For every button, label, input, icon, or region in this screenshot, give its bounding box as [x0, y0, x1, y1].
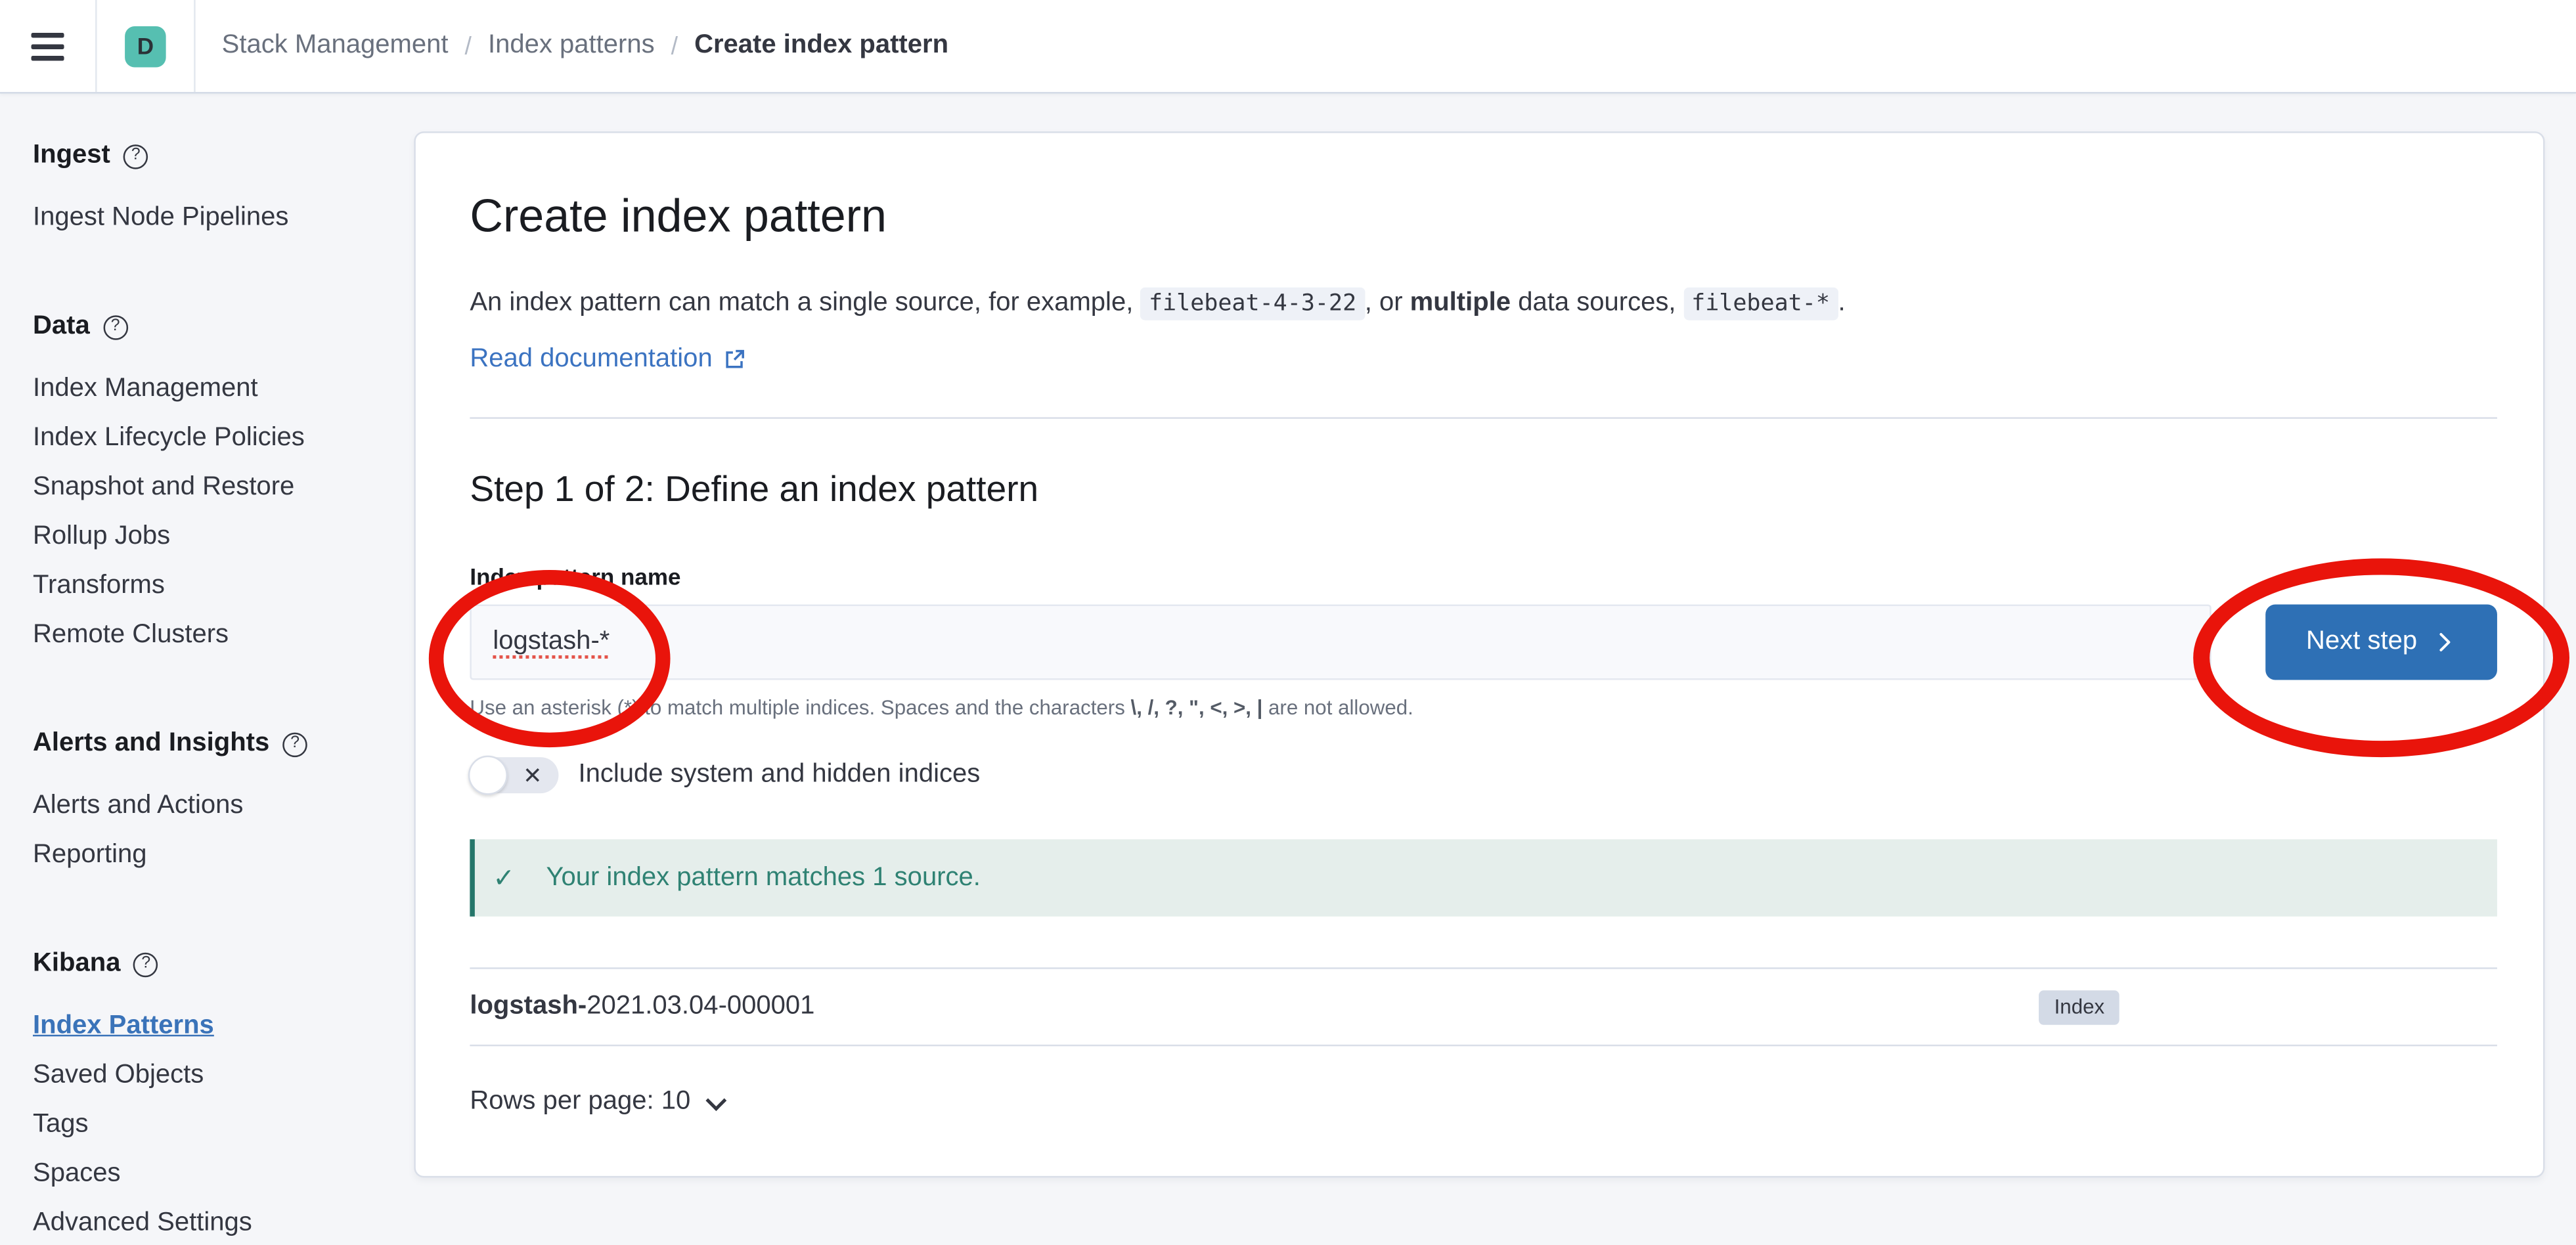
breadcrumb-current-page: Create index pattern	[694, 32, 948, 61]
index-name-prefix: logstash-	[470, 992, 587, 1020]
menu-icon	[32, 32, 64, 60]
read-documentation-link[interactable]: Read documentation	[470, 345, 745, 374]
sidebar-item-ingest-node-pipelines[interactable]: Ingest Node Pipelines	[33, 204, 288, 232]
input-helper-text: Use an asterisk (*) to match multiple in…	[470, 697, 2497, 720]
include-hidden-indices-toggle[interactable]: ✕	[470, 757, 558, 793]
index-pattern-name-label: Index pattern name	[470, 563, 2497, 590]
breadcrumb: Stack Management / Index patterns / Crea…	[222, 32, 948, 61]
rows-per-page-label: Rows per page: 10	[470, 1087, 690, 1117]
sidebar-item-transforms[interactable]: Transforms	[33, 571, 165, 600]
create-index-pattern-panel: Create index pattern An index pattern ca…	[414, 131, 2544, 1177]
sidebar-item-advanced-settings[interactable]: Advanced Settings	[33, 1209, 252, 1237]
top-header: D Stack Management / Index patterns / Cr…	[0, 0, 2576, 94]
index-pattern-name-input[interactable]: logstash-*	[470, 604, 2211, 680]
hamburger-menu-button[interactable]	[0, 0, 95, 92]
kibana-page: D Stack Management / Index patterns / Cr…	[0, 0, 2576, 1245]
rows-per-page-button[interactable]: Rows per page: 10	[470, 1087, 721, 1117]
breadcrumb-index-patterns[interactable]: Index patterns	[488, 32, 655, 61]
intro-part: An index pattern can match a single sour…	[470, 289, 1140, 317]
section-title: Alerts and Insights	[33, 726, 269, 762]
next-step-label: Next step	[2306, 627, 2417, 657]
management-sidebar: Ingest ? Ingest Node Pipelines Data ? In…	[0, 94, 414, 1245]
helper-forbidden-chars: \, /, ?, ", <, >, |	[1131, 697, 1263, 720]
index-name-suffix: 2021.03.04-000001	[587, 992, 814, 1020]
helper-part: are not allowed.	[1262, 697, 1413, 720]
chevron-down-icon	[706, 1089, 727, 1110]
callout-message: Your index pattern matches 1 source.	[546, 863, 980, 892]
helper-part: Use an asterisk (*) to match multiple in…	[470, 697, 1130, 720]
toggle-label: Include system and hidden indices	[578, 760, 980, 790]
help-icon[interactable]: ?	[282, 732, 307, 756]
breadcrumb-stack-management[interactable]: Stack Management	[222, 32, 449, 61]
next-step-button[interactable]: Next step	[2265, 604, 2497, 680]
index-name: logstash-2021.03.04-000001	[470, 992, 814, 1022]
section-divider	[470, 417, 2497, 419]
chevron-right-icon	[2433, 630, 2456, 653]
sidebar-item-tags[interactable]: Tags	[33, 1110, 89, 1139]
help-icon[interactable]: ?	[133, 951, 158, 976]
breadcrumb-separator: /	[671, 32, 678, 60]
help-icon[interactable]: ?	[123, 144, 148, 169]
index-type-badge: Index	[2039, 990, 2120, 1024]
external-link-icon	[722, 348, 745, 371]
sidebar-item-index-patterns[interactable]: Index Patterns	[33, 1012, 214, 1040]
code-example-wildcard: filebeat-*	[1683, 288, 1838, 320]
intro-part: , or	[1365, 289, 1410, 317]
header-divider	[194, 0, 196, 92]
step-heading: Step 1 of 2: Define an index pattern	[470, 466, 2497, 512]
section-title: Ingest	[33, 138, 110, 174]
page-title: Create index pattern	[470, 189, 2497, 245]
sidebar-item-remote-clusters[interactable]: Remote Clusters	[33, 621, 229, 649]
sidebar-item-index-management[interactable]: Index Management	[33, 374, 258, 403]
space-selector-button[interactable]: D	[97, 0, 194, 92]
intro-part: data sources,	[1511, 289, 1683, 317]
sidebar-item-spaces[interactable]: Spaces	[33, 1160, 121, 1188]
intro-part: .	[1838, 289, 1845, 317]
success-callout: ✓ Your index pattern matches 1 source.	[470, 839, 2497, 917]
breadcrumb-separator: /	[465, 32, 472, 60]
sidebar-item-saved-objects[interactable]: Saved Objects	[33, 1061, 204, 1089]
doc-link-label: Read documentation	[470, 345, 712, 374]
matched-index-row: logstash-2021.03.04-000001 Index	[470, 967, 2497, 1046]
section-title: Data	[33, 309, 90, 345]
code-example-single: filebeat-4-3-22	[1140, 288, 1364, 320]
toggle-off-x-icon: ✕	[523, 764, 542, 787]
sidebar-item-rollup-jobs[interactable]: Rollup Jobs	[33, 522, 170, 550]
intro-text: An index pattern can match a single sour…	[470, 281, 2497, 327]
sidebar-section-ingest: Ingest ?	[33, 138, 401, 174]
sidebar-item-reporting[interactable]: Reporting	[33, 841, 147, 869]
help-icon[interactable]: ?	[103, 315, 128, 339]
sidebar-section-data: Data ?	[33, 309, 401, 345]
sidebar-section-kibana: Kibana ?	[33, 946, 401, 982]
sidebar-section-alerts-and-insights: Alerts and Insights ?	[33, 726, 401, 762]
sidebar-item-snapshot-and-restore[interactable]: Snapshot and Restore	[33, 473, 294, 501]
toggle-thumb	[468, 756, 508, 795]
space-avatar: D	[125, 26, 166, 67]
input-value: logstash-*	[493, 627, 610, 657]
intro-bold: multiple	[1410, 289, 1511, 317]
sidebar-item-alerts-and-actions[interactable]: Alerts and Actions	[33, 792, 243, 820]
check-icon: ✓	[493, 862, 515, 894]
sidebar-item-index-lifecycle-policies[interactable]: Index Lifecycle Policies	[33, 424, 305, 452]
section-title: Kibana	[33, 946, 120, 982]
